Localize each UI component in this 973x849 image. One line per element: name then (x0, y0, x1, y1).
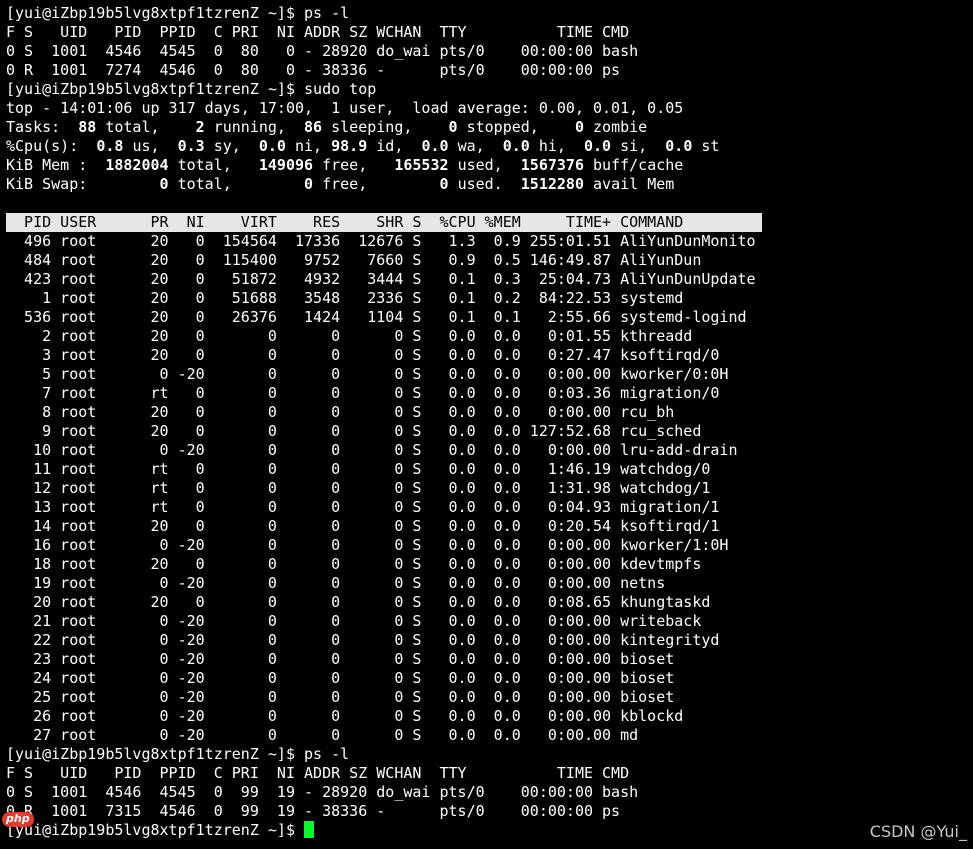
ps-row: 0 R 1001 7315 4546 0 99 19 - 38336 - pts… (6, 802, 621, 820)
process-row: 5 root 0 -20 0 0 0 S 0.0 0.0 0:00.00 kwo… (6, 365, 729, 383)
ps-row: 0 S 1001 4546 4545 0 99 19 - 28920 do_wa… (6, 783, 639, 801)
command-prompt-ps: [yui@iZbp19b5lvg8xtpf1tzrenZ ~]$ ps -l (6, 4, 350, 22)
process-row: 423 root 20 0 51872 4932 3444 S 0.1 0.3 … (6, 270, 756, 288)
process-row: 14 root 20 0 0 0 0 S 0.0 0.0 0:20.54 kso… (6, 517, 720, 535)
terminal-window[interactable]: [yui@iZbp19b5lvg8xtpf1tzrenZ ~]$ ps -l F… (0, 0, 973, 849)
process-table: 496 root 20 0 154564 17336 12676 S 1.3 0… (6, 232, 973, 745)
command-prompt-ps-2: [yui@iZbp19b5lvg8xtpf1tzrenZ ~]$ ps -l (6, 745, 350, 763)
process-row: 8 root 20 0 0 0 0 S 0.0 0.0 0:00.00 rcu_… (6, 403, 675, 421)
top-tasks-line: Tasks: 88 total, 2 running, 86 sleeping,… (6, 118, 648, 136)
process-row: 496 root 20 0 154564 17336 12676 S 1.3 0… (6, 232, 756, 250)
process-row: 536 root 20 0 26376 1424 1104 S 0.1 0.1 … (6, 308, 747, 326)
process-row: 12 root rt 0 0 0 0 S 0.0 0.0 1:31.98 wat… (6, 479, 711, 497)
process-row: 10 root 0 -20 0 0 0 S 0.0 0.0 0:00.00 lr… (6, 441, 738, 459)
process-row: 19 root 0 -20 0 0 0 S 0.0 0.0 0:00.00 ne… (6, 574, 666, 592)
top-swap-line: KiB Swap: 0 total, 0 free, 0 used. 15122… (6, 175, 675, 193)
process-row: 20 root 20 0 0 0 0 S 0.0 0.0 0:08.65 khu… (6, 593, 711, 611)
ps-row: 0 R 1001 7274 4546 0 80 0 - 38336 - pts/… (6, 61, 621, 79)
process-row: 1 root 20 0 51688 3548 2336 S 0.1 0.2 84… (6, 289, 684, 307)
process-table-header: PID USER PR NI VIRT RES SHR S %CPU %MEM … (6, 213, 762, 232)
process-row: 11 root rt 0 0 0 0 S 0.0 0.0 1:46.19 wat… (6, 460, 711, 478)
top-uptime-line: top - 14:01:06 up 317 days, 17:00, 1 use… (6, 99, 684, 117)
command-prompt-top: [yui@iZbp19b5lvg8xtpf1tzrenZ ~]$ sudo to… (6, 80, 377, 98)
process-row: 3 root 20 0 0 0 0 S 0.0 0.0 0:27.47 ksof… (6, 346, 720, 364)
prompt-text: [yui@iZbp19b5lvg8xtpf1tzrenZ ~]$ (6, 821, 305, 839)
process-row: 24 root 0 -20 0 0 0 S 0.0 0.0 0:00.00 bi… (6, 669, 675, 687)
php-logo: php (2, 812, 34, 827)
process-row: 484 root 20 0 115400 9752 7660 S 0.9 0.5… (6, 251, 702, 269)
ps-output: 0 S 1001 4546 4545 0 80 0 - 28920 do_wai… (6, 42, 973, 80)
process-row: 16 root 0 -20 0 0 0 S 0.0 0.0 0:00.00 kw… (6, 536, 729, 554)
top-mem-line: KiB Mem : 1882004 total, 149096 free, 16… (6, 156, 684, 174)
process-row: 2 root 20 0 0 0 0 S 0.0 0.0 0:01.55 kthr… (6, 327, 693, 345)
ps-output-2: 0 S 1001 4546 4545 0 99 19 - 28920 do_wa… (6, 783, 973, 821)
process-row: 18 root 20 0 0 0 0 S 0.0 0.0 0:00.00 kde… (6, 555, 702, 573)
process-row: 22 root 0 -20 0 0 0 S 0.0 0.0 0:00.00 ki… (6, 631, 720, 649)
process-row: 13 root rt 0 0 0 0 S 0.0 0.0 0:04.93 mig… (6, 498, 720, 516)
active-prompt[interactable]: [yui@iZbp19b5lvg8xtpf1tzrenZ ~]$ (6, 821, 973, 840)
process-row: 26 root 0 -20 0 0 0 S 0.0 0.0 0:00.00 kb… (6, 707, 684, 725)
ps-row: 0 S 1001 4546 4545 0 80 0 - 28920 do_wai… (6, 42, 639, 60)
process-row: 21 root 0 -20 0 0 0 S 0.0 0.0 0:00.00 wr… (6, 612, 702, 630)
csdn-watermark: CSDN @Yui_ (869, 822, 967, 841)
ps-header-2: F S UID PID PPID C PRI NI ADDR SZ WCHAN … (6, 764, 630, 782)
top-cpu-line: %Cpu(s): 0.8 us, 0.3 sy, 0.0 ni, 98.9 id… (6, 137, 720, 155)
text-cursor (304, 821, 315, 838)
process-row: 23 root 0 -20 0 0 0 S 0.0 0.0 0:00.00 bi… (6, 650, 675, 668)
process-row: 27 root 0 -20 0 0 0 S 0.0 0.0 0:00.00 md (6, 726, 639, 744)
ps-header: F S UID PID PPID C PRI NI ADDR SZ WCHAN … (6, 23, 630, 41)
process-row: 25 root 0 -20 0 0 0 S 0.0 0.0 0:00.00 bi… (6, 688, 675, 706)
process-row: 9 root 20 0 0 0 0 S 0.0 0.0 127:52.68 rc… (6, 422, 702, 440)
process-row: 7 root rt 0 0 0 0 S 0.0 0.0 0:03.36 migr… (6, 384, 720, 402)
